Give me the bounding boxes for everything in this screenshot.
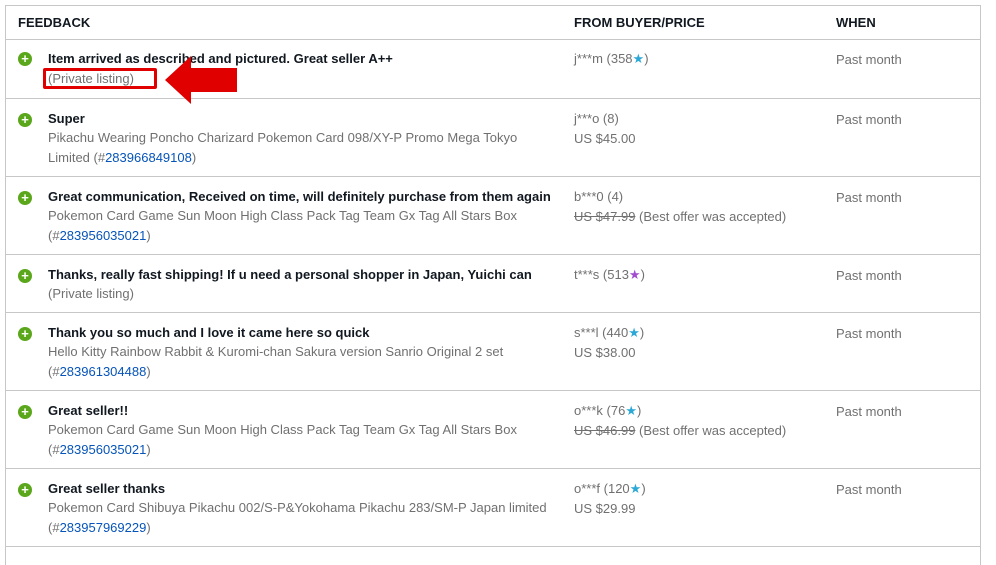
- item-number-link[interactable]: 283956035021: [60, 442, 147, 457]
- item-number-link[interactable]: 283957969229: [60, 520, 147, 535]
- buyer-info[interactable]: j***o (8): [574, 109, 619, 129]
- price: US $46.99 (Best offer was accepted): [574, 423, 787, 438]
- price: US $38.00: [574, 345, 636, 360]
- table-row: + Great seller thanks Pokemon Card Shibu…: [6, 468, 980, 547]
- red-arrow-annotation: [165, 56, 237, 104]
- feedback-comment: Great seller!!: [48, 403, 129, 418]
- item-title: Pokemon Card Game Sun Moon High Class Pa…: [48, 422, 517, 457]
- star-icon: ★: [625, 403, 637, 418]
- positive-feedback-icon: +: [18, 113, 32, 127]
- item-number-link[interactable]: 283956035021: [60, 228, 147, 243]
- buyer-info[interactable]: t***s (513★): [574, 265, 645, 285]
- header-from-buyer-price: FROM BUYER/PRICE: [574, 15, 705, 30]
- price: US $45.00: [574, 131, 636, 146]
- item-label: (Private listing): [48, 286, 134, 301]
- item-number-link[interactable]: 283966849108: [105, 150, 192, 165]
- feedback-when: Past month: [836, 404, 902, 419]
- feedback-comment: Thank you so much and I love it came her…: [48, 325, 370, 340]
- price: US $47.99 (Best offer was accepted): [574, 209, 787, 224]
- positive-feedback-icon: +: [18, 483, 32, 497]
- price: US $29.99: [574, 501, 636, 516]
- table-header: FEEDBACK FROM BUYER/PRICE WHEN: [6, 6, 980, 40]
- star-icon: ★: [632, 51, 645, 66]
- highlight-box: [43, 68, 157, 89]
- star-icon: ★: [628, 325, 640, 340]
- positive-feedback-icon: +: [18, 327, 32, 341]
- positive-feedback-icon: +: [18, 405, 32, 419]
- feedback-comment: Great communication, Received on time, w…: [48, 189, 551, 204]
- feedback-when: Past month: [836, 482, 902, 497]
- feedback-when: Past month: [836, 190, 902, 205]
- item-number-link[interactable]: 283961304488: [60, 364, 147, 379]
- feedback-table: FEEDBACK FROM BUYER/PRICE WHEN + Item ar…: [5, 5, 981, 565]
- item-title: Pokemon Card Game Sun Moon High Class Pa…: [48, 208, 517, 243]
- item-title: Pokemon Card Shibuya Pikachu 002/S-P&Yok…: [48, 500, 547, 535]
- positive-feedback-icon: +: [18, 269, 32, 283]
- positive-feedback-icon: +: [18, 52, 32, 66]
- feedback-when: Past month: [836, 268, 902, 283]
- feedback-comment: Great seller thanks: [48, 481, 166, 496]
- star-icon: ★: [629, 481, 642, 496]
- item-title: Hello Kitty Rainbow Rabbit & Kuromi-chan…: [48, 344, 504, 379]
- table-row: + Thanks, really fast shipping! If u nee…: [6, 254, 980, 313]
- item-title: Pikachu Wearing Poncho Charizard Pokemon…: [48, 130, 518, 165]
- feedback-when: Past month: [836, 52, 902, 67]
- buyer-info[interactable]: o***k (76★): [574, 401, 641, 421]
- table-row: + Great communication, Received on time,…: [6, 176, 980, 255]
- buyer-info[interactable]: j***m (358★): [574, 49, 649, 69]
- star-icon: ★: [628, 267, 641, 282]
- header-feedback: FEEDBACK: [18, 15, 91, 30]
- table-row: + Great seller!! Pokemon Card Game Sun M…: [6, 390, 980, 469]
- header-when: WHEN: [836, 15, 876, 30]
- buyer-info[interactable]: b***0 (4): [574, 187, 623, 207]
- table-row: + Thank you so much and I love it came h…: [6, 312, 980, 391]
- feedback-when: Past month: [836, 112, 902, 127]
- feedback-comment: Thanks, really fast shipping! If u need …: [48, 267, 532, 282]
- buyer-info[interactable]: o***f (120★): [574, 479, 646, 499]
- positive-feedback-icon: +: [18, 191, 32, 205]
- table-row: + Super Pikachu Wearing Poncho Charizard…: [6, 98, 980, 177]
- buyer-info[interactable]: s***l (440★): [574, 323, 644, 343]
- feedback-comment: Super: [48, 111, 85, 126]
- feedback-when: Past month: [836, 326, 902, 341]
